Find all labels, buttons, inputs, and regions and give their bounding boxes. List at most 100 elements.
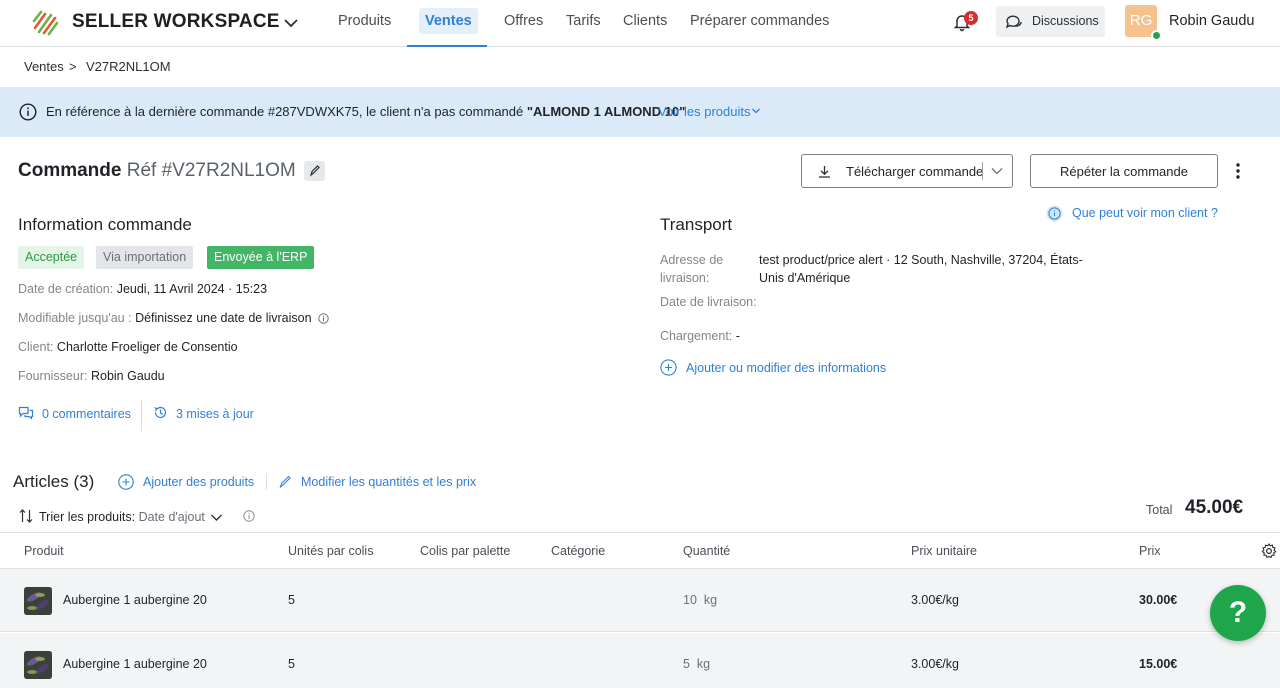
table-row[interactable]: Aubergine 1 aubergine 20 5 5 kg 3.00€/kg…: [0, 633, 1280, 688]
info-banner: En référence à la dernière commande #287…: [0, 87, 1280, 137]
chevron-down-icon[interactable]: [990, 165, 1004, 177]
breadcrumb-separator: >: [69, 59, 77, 74]
address-value: test product/price alert · 12 South, Nas…: [759, 253, 1083, 285]
updates-link[interactable]: 3 mises à jour: [176, 407, 254, 421]
info-icon[interactable]: [1046, 205, 1063, 222]
transport-heading: Transport: [660, 215, 733, 234]
column-header-units-per-pack[interactable]: Unités par colis: [288, 544, 373, 558]
quantity-value: 5 kg: [683, 657, 711, 671]
info-icon[interactable]: [243, 510, 255, 522]
total-label: Total: [1146, 503, 1173, 517]
nav-ventes[interactable]: Ventes: [419, 8, 478, 34]
product-name[interactable]: Aubergine 1 aubergine 20: [63, 593, 207, 607]
comments-icon[interactable]: [18, 406, 34, 420]
brand-name[interactable]: SELLER WORKSPACE: [72, 11, 280, 33]
nav-produits[interactable]: Produits: [338, 13, 391, 29]
loading-value: -: [735, 329, 740, 343]
delivery-date-key: Date de livraison:: [660, 295, 757, 309]
divider: [266, 474, 267, 490]
status-badge-import: Via importation: [96, 246, 194, 269]
status-badge-accepted: Acceptée: [18, 246, 85, 269]
logo-icon[interactable]: [31, 8, 59, 36]
sort-icon: [19, 509, 33, 523]
edit-quantities-link[interactable]: Modifier les quantités et les prix: [301, 475, 476, 489]
more-options-icon[interactable]: [1234, 162, 1242, 180]
supplier-value: Robin Gaudu: [90, 369, 165, 383]
info-icon[interactable]: [318, 313, 329, 324]
top-navbar: SELLER WORKSPACE Produits Ventes Offres …: [0, 0, 1280, 47]
chevron-down-icon[interactable]: [751, 107, 761, 115]
notification-badge: 5: [964, 11, 978, 25]
editable-until-row: Modifiable jusqu'au : Définissez une dat…: [18, 311, 329, 325]
nav-clients[interactable]: Clients: [623, 13, 667, 29]
add-products-link[interactable]: Ajouter des produits: [143, 475, 254, 489]
column-header-category[interactable]: Catégorie: [551, 544, 605, 558]
address-key: Adresse de livraison:: [660, 253, 724, 285]
editable-until-value: Définissez une date de livraison: [135, 311, 312, 325]
breadcrumb-ventes[interactable]: Ventes: [24, 59, 64, 74]
discussions-button[interactable]: Discussions: [996, 6, 1105, 37]
articles-heading: Articles (3): [13, 472, 95, 491]
help-button[interactable]: ?: [1210, 585, 1266, 641]
user-name[interactable]: Robin Gaudu: [1169, 13, 1254, 29]
pencil-icon: [309, 165, 320, 177]
download-order-button[interactable]: Télécharger commande: [801, 154, 1013, 188]
info-icon: [19, 103, 37, 121]
pencil-icon[interactable]: [278, 474, 292, 489]
unit-price: 3.00€/kg: [911, 657, 959, 671]
client-view-link[interactable]: Que peut voir mon client ?: [1072, 206, 1218, 220]
creation-date-row: Date de création: Jeudi, 11 Avril 2024 ·…: [18, 282, 268, 296]
client-value: Charlotte Froeliger de Consentio: [56, 340, 238, 354]
breadcrumb-current: V27R2NL1OM: [86, 59, 171, 74]
view-products-link[interactable]: Voir les produits: [658, 104, 751, 119]
plus-circle-icon[interactable]: [660, 359, 677, 376]
loading-row: Chargement: -: [660, 329, 740, 343]
order-info-heading: Information commande: [18, 215, 192, 234]
repeat-order-label: Répéter la commande: [1060, 164, 1188, 179]
online-status-dot: [1151, 30, 1162, 41]
product-name[interactable]: Aubergine 1 aubergine 20: [63, 657, 207, 671]
line-price: 15.00€: [1139, 657, 1178, 671]
client-row: Client: Charlotte Froeliger de Consentio: [18, 340, 238, 354]
column-header-price[interactable]: Prix: [1139, 544, 1161, 558]
chevron-down-icon[interactable]: [282, 14, 300, 32]
column-header-unit-price[interactable]: Prix unitaire: [911, 544, 977, 558]
gear-icon[interactable]: [1261, 543, 1277, 559]
nav-preparer-commandes[interactable]: Préparer commandes: [690, 13, 829, 29]
chat-icon: [1005, 15, 1022, 29]
active-tab-indicator: [407, 45, 487, 47]
line-price: 30.00€: [1139, 593, 1178, 607]
creation-date-value: Jeudi, 11 Avril 2024 · 15:23: [116, 282, 268, 296]
quantity-value: 10 kg: [683, 593, 718, 607]
plus-circle-icon[interactable]: [118, 474, 134, 490]
units-per-pack: 5: [288, 593, 295, 607]
edit-transport-link[interactable]: Ajouter ou modifier des informations: [686, 361, 886, 375]
product-thumbnail: [24, 651, 52, 679]
download-icon: [819, 166, 830, 178]
edit-reference-button[interactable]: [304, 161, 325, 181]
column-header-packs-per-pallet[interactable]: Colis par palette: [420, 544, 510, 558]
nav-offres[interactable]: Offres: [504, 13, 543, 29]
units-per-pack: 5: [288, 657, 295, 671]
total-value: 45.00€: [1185, 497, 1244, 518]
product-thumbnail: [24, 587, 52, 615]
button-separator: [982, 162, 983, 180]
discussions-label: Discussions: [1032, 14, 1099, 28]
page-title: Commande Réf #V27R2NL1OM: [18, 160, 296, 181]
nav-tarifs[interactable]: Tarifs: [566, 13, 601, 29]
download-order-label: Télécharger commande: [846, 164, 984, 179]
repeat-order-button[interactable]: Répéter la commande: [1030, 154, 1218, 188]
sort-value: Date d'ajout: [138, 510, 205, 524]
column-header-quantity[interactable]: Quantité: [683, 544, 730, 558]
table-header: Produit Unités par colis Colis par palet…: [0, 532, 1280, 569]
supplier-row: Fournisseur: Robin Gaudu: [18, 369, 165, 383]
history-icon[interactable]: [153, 405, 168, 420]
status-badge-erp: Envoyée à l'ERP: [207, 246, 315, 269]
column-header-product[interactable]: Produit: [24, 544, 64, 558]
unit-price: 3.00€/kg: [911, 593, 959, 607]
comments-link[interactable]: 0 commentaires: [42, 407, 131, 421]
chevron-down-icon[interactable]: [210, 513, 223, 522]
table-row[interactable]: Aubergine 1 aubergine 20 5 10 kg 3.00€/k…: [0, 569, 1280, 632]
banner-text: En référence à la dernière commande #287…: [46, 104, 686, 119]
sort-control[interactable]: Trier les produits: Date d'ajout: [18, 508, 223, 524]
